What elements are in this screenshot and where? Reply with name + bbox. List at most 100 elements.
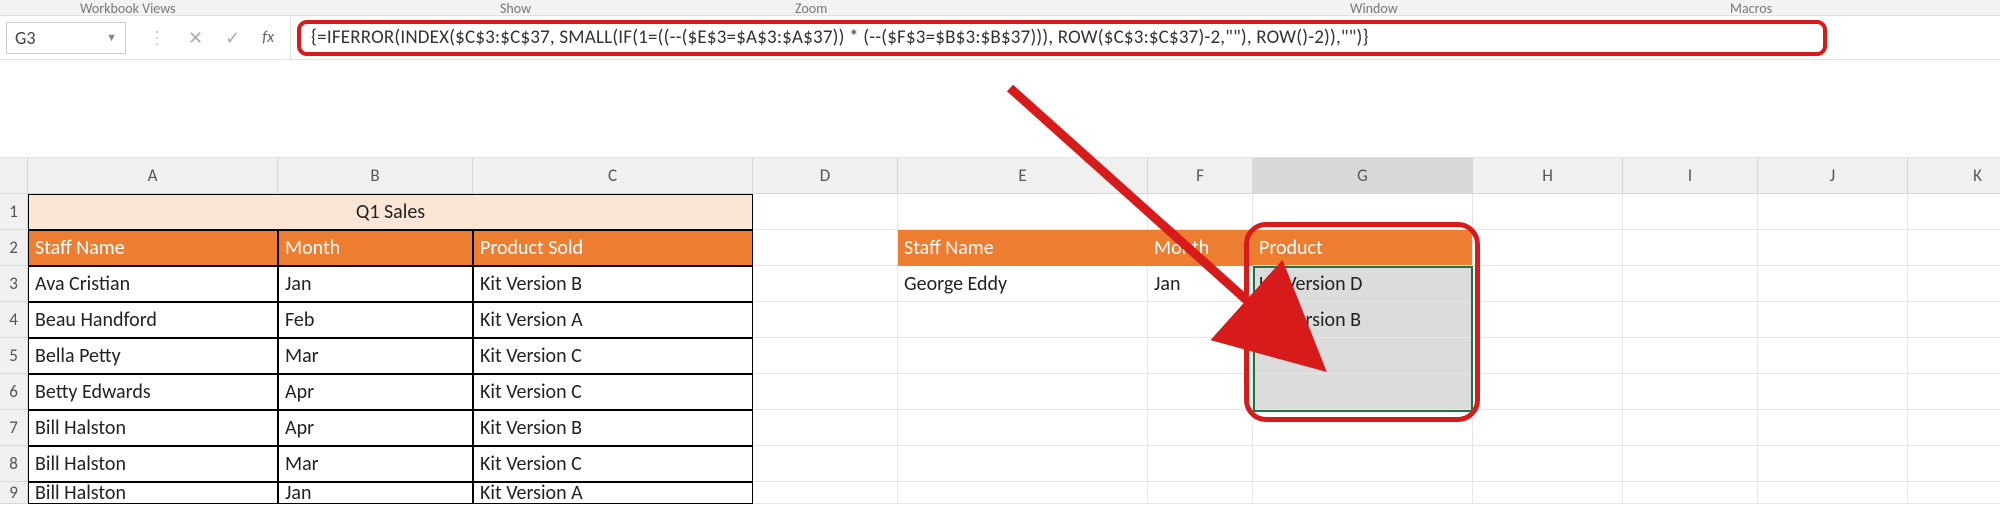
cell-F9[interactable] bbox=[1148, 482, 1253, 504]
cell-D4[interactable] bbox=[753, 302, 898, 338]
cell-J6[interactable] bbox=[1758, 374, 1908, 410]
cell-I4[interactable] bbox=[1623, 302, 1758, 338]
col-header-A[interactable]: A bbox=[28, 158, 278, 194]
row-header-2[interactable]: 2 bbox=[0, 230, 28, 266]
cell-K2[interactable] bbox=[1908, 230, 2000, 266]
cell-K6[interactable] bbox=[1908, 374, 2000, 410]
cell-F1[interactable] bbox=[1148, 194, 1253, 230]
cell-H3[interactable] bbox=[1473, 266, 1623, 302]
cell-G7[interactable] bbox=[1253, 410, 1473, 446]
cancel-icon[interactable]: ✕ bbox=[188, 27, 203, 49]
row-header-4[interactable]: 4 bbox=[0, 302, 28, 338]
cell-J3[interactable] bbox=[1758, 266, 1908, 302]
cell-H7[interactable] bbox=[1473, 410, 1623, 446]
cell-B2[interactable]: Month bbox=[278, 230, 473, 266]
cell-C5[interactable]: Kit Version C bbox=[473, 338, 753, 374]
cell-A5[interactable]: Bella Petty bbox=[28, 338, 278, 374]
cell-E7[interactable] bbox=[898, 410, 1148, 446]
cell-I8[interactable] bbox=[1623, 446, 1758, 482]
cell-C9[interactable]: Kit Version A bbox=[473, 482, 753, 504]
cell-C6[interactable]: Kit Version C bbox=[473, 374, 753, 410]
row-header-8[interactable]: 8 bbox=[0, 446, 28, 482]
cell-H8[interactable] bbox=[1473, 446, 1623, 482]
cell-G9[interactable] bbox=[1253, 482, 1473, 504]
cell-G1[interactable] bbox=[1253, 194, 1473, 230]
row-header-5[interactable]: 5 bbox=[0, 338, 28, 374]
cell-F8[interactable] bbox=[1148, 446, 1253, 482]
cell-G3[interactable]: Kit Version D bbox=[1253, 266, 1473, 302]
name-box[interactable]: G3 ▼ bbox=[6, 22, 126, 54]
cell-D5[interactable] bbox=[753, 338, 898, 374]
cell-K4[interactable] bbox=[1908, 302, 2000, 338]
cell-I1[interactable] bbox=[1623, 194, 1758, 230]
cell-I6[interactable] bbox=[1623, 374, 1758, 410]
col-header-D[interactable]: D bbox=[753, 158, 898, 194]
cell-I2[interactable] bbox=[1623, 230, 1758, 266]
cell-K7[interactable] bbox=[1908, 410, 2000, 446]
row-header-1[interactable]: 1 bbox=[0, 194, 28, 230]
cell-E8[interactable] bbox=[898, 446, 1148, 482]
cell-I9[interactable] bbox=[1623, 482, 1758, 504]
cell-J2[interactable] bbox=[1758, 230, 1908, 266]
cell-A8[interactable]: Bill Halston bbox=[28, 446, 278, 482]
cell-D6[interactable] bbox=[753, 374, 898, 410]
cell-q1-title[interactable]: Q1 Sales bbox=[28, 194, 753, 230]
cell-I3[interactable] bbox=[1623, 266, 1758, 302]
cell-H1[interactable] bbox=[1473, 194, 1623, 230]
cell-B9[interactable]: Jan bbox=[278, 482, 473, 504]
cell-A3[interactable]: Ava Cristian bbox=[28, 266, 278, 302]
cell-A6[interactable]: Betty Edwards bbox=[28, 374, 278, 410]
cell-B5[interactable]: Mar bbox=[278, 338, 473, 374]
cell-H5[interactable] bbox=[1473, 338, 1623, 374]
row-header-3[interactable]: 3 bbox=[0, 266, 28, 302]
cell-B6[interactable]: Apr bbox=[278, 374, 473, 410]
cell-E3[interactable]: George Eddy bbox=[898, 266, 1148, 302]
cell-G2[interactable]: Product bbox=[1253, 230, 1473, 266]
cell-B8[interactable]: Mar bbox=[278, 446, 473, 482]
cell-D2[interactable] bbox=[753, 230, 898, 266]
cell-A7[interactable]: Bill Halston bbox=[28, 410, 278, 446]
cell-C7[interactable]: Kit Version B bbox=[473, 410, 753, 446]
cell-J5[interactable] bbox=[1758, 338, 1908, 374]
cell-B3[interactable]: Jan bbox=[278, 266, 473, 302]
cell-G5[interactable] bbox=[1253, 338, 1473, 374]
cell-J4[interactable] bbox=[1758, 302, 1908, 338]
col-header-K[interactable]: K bbox=[1908, 158, 2000, 194]
cell-D8[interactable] bbox=[753, 446, 898, 482]
col-header-H[interactable]: H bbox=[1473, 158, 1623, 194]
cell-J1[interactable] bbox=[1758, 194, 1908, 230]
cell-F5[interactable] bbox=[1148, 338, 1253, 374]
cell-F4[interactable] bbox=[1148, 302, 1253, 338]
col-header-I[interactable]: I bbox=[1623, 158, 1758, 194]
col-header-C[interactable]: C bbox=[473, 158, 753, 194]
cell-B7[interactable]: Apr bbox=[278, 410, 473, 446]
select-all-corner[interactable] bbox=[0, 158, 28, 194]
col-header-G[interactable]: G bbox=[1253, 158, 1473, 194]
cell-E5[interactable] bbox=[898, 338, 1148, 374]
cell-H6[interactable] bbox=[1473, 374, 1623, 410]
spreadsheet-grid[interactable]: A B C D E F G H I J K L 1 Q1 Sales 2 Sta… bbox=[0, 158, 2000, 518]
cell-E2[interactable]: Staff Name bbox=[898, 230, 1148, 266]
cell-C2[interactable]: Product Sold bbox=[473, 230, 753, 266]
cell-E6[interactable] bbox=[898, 374, 1148, 410]
cell-G6[interactable] bbox=[1253, 374, 1473, 410]
cell-F2[interactable]: Month bbox=[1148, 230, 1253, 266]
cell-H4[interactable] bbox=[1473, 302, 1623, 338]
cell-A2[interactable]: Staff Name bbox=[28, 230, 278, 266]
cell-K5[interactable] bbox=[1908, 338, 2000, 374]
formula-input[interactable]: {=IFERROR(INDEX($C$3:$C$37, SMALL(IF(1=(… bbox=[297, 20, 1827, 56]
cell-C4[interactable]: Kit Version A bbox=[473, 302, 753, 338]
cell-G4[interactable]: Kit Version B bbox=[1253, 302, 1473, 338]
enter-icon[interactable]: ✓ bbox=[225, 27, 240, 49]
cell-A9[interactable]: Bill Halston bbox=[28, 482, 278, 504]
cell-E4[interactable] bbox=[898, 302, 1148, 338]
col-header-B[interactable]: B bbox=[278, 158, 473, 194]
cell-A4[interactable]: Beau Handford bbox=[28, 302, 278, 338]
cell-B4[interactable]: Feb bbox=[278, 302, 473, 338]
cell-F3[interactable]: Jan bbox=[1148, 266, 1253, 302]
cell-H9[interactable] bbox=[1473, 482, 1623, 504]
cell-F6[interactable] bbox=[1148, 374, 1253, 410]
col-header-E[interactable]: E bbox=[898, 158, 1148, 194]
cell-J8[interactable] bbox=[1758, 446, 1908, 482]
cell-J9[interactable] bbox=[1758, 482, 1908, 504]
